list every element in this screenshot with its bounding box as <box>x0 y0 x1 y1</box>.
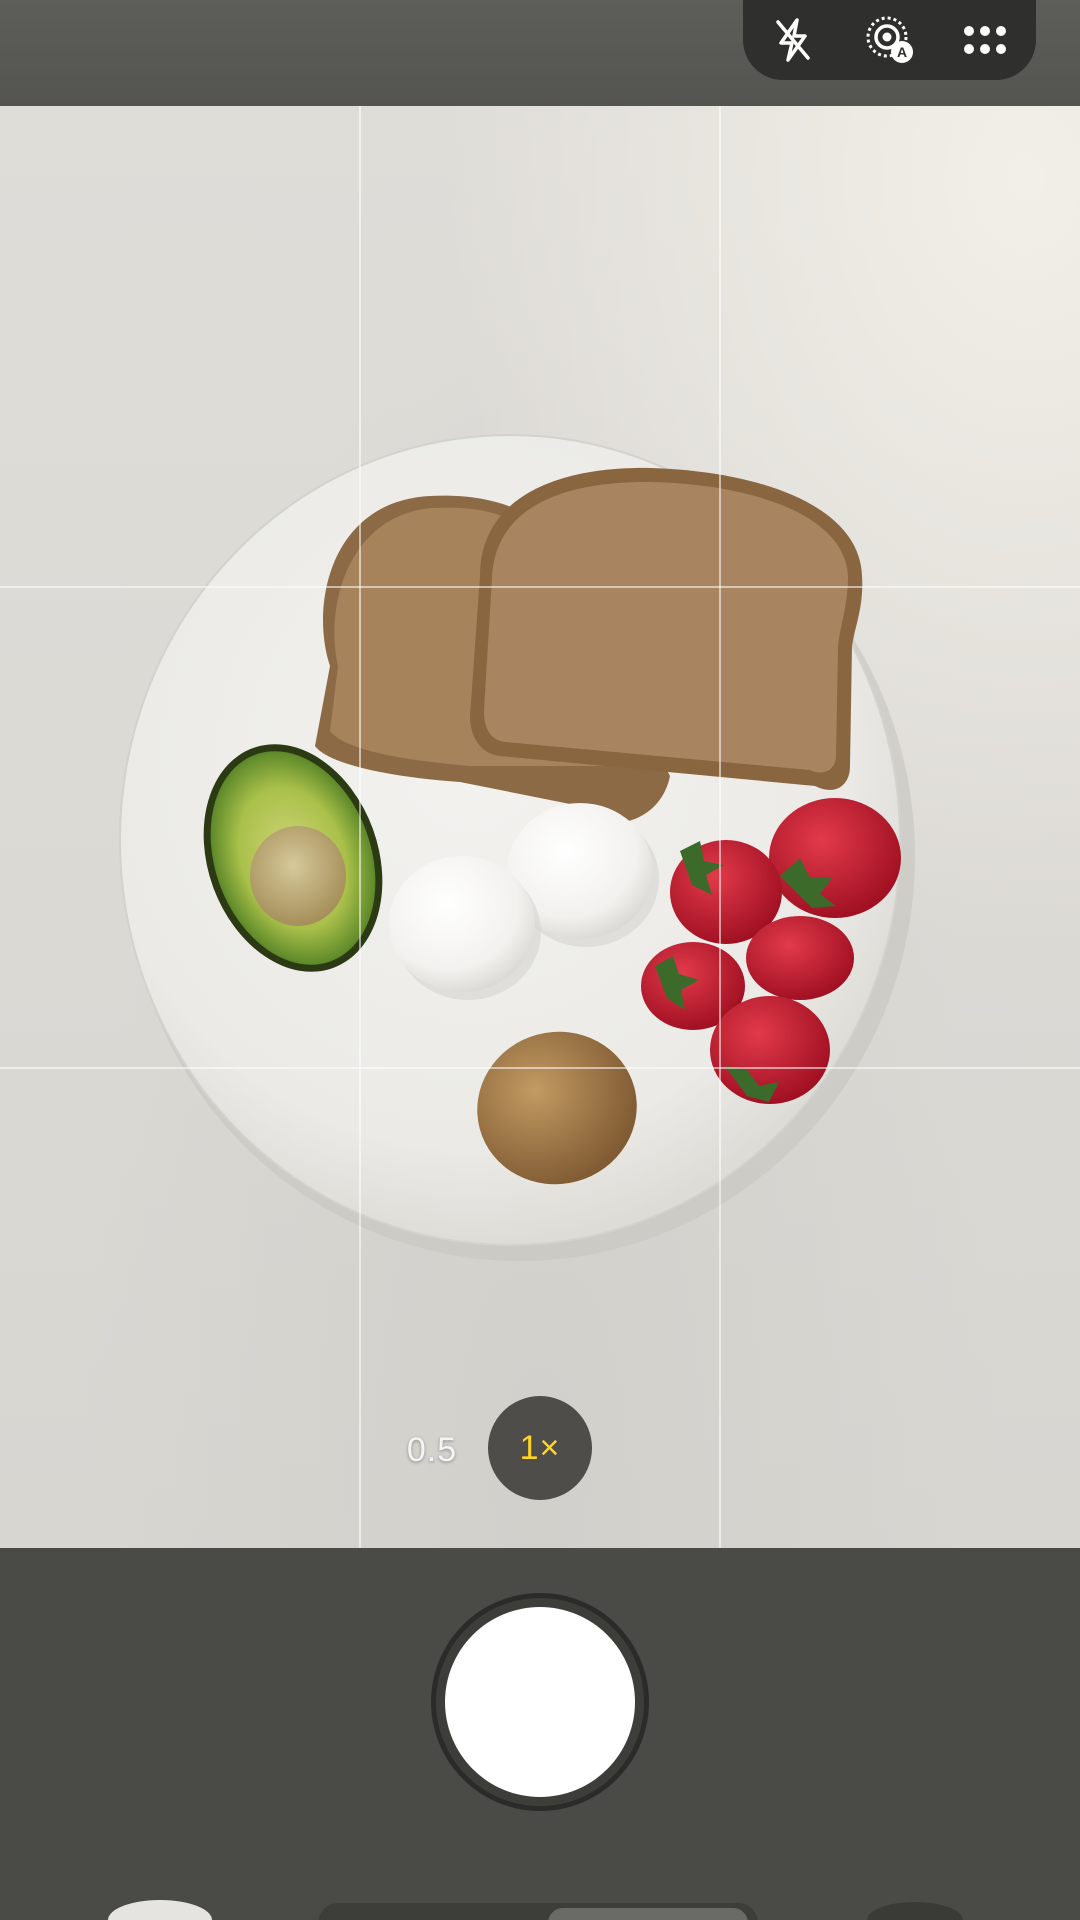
flash-off-button[interactable] <box>763 10 823 70</box>
camera-viewfinder[interactable] <box>0 106 1080 1548</box>
top-controls-pill: A <box>743 0 1036 80</box>
grid-line-horizontal-2 <box>0 1067 1080 1069</box>
auto-stabilize-icon: A <box>866 16 913 63</box>
more-options-button[interactable] <box>955 10 1015 70</box>
grid-line-horizontal-1 <box>0 586 1080 588</box>
flash-off-icon <box>776 18 810 62</box>
auto-badge-label: A <box>897 44 907 60</box>
shutter-button[interactable] <box>445 1607 635 1797</box>
grid-line-vertical-1 <box>359 106 361 1548</box>
zoom-0.5-button[interactable]: 0.5 <box>392 1420 472 1480</box>
grid-line-vertical-2 <box>719 106 721 1548</box>
auto-mode-button[interactable]: A <box>860 10 920 70</box>
camera-preview-image <box>119 434 915 1261</box>
zoom-1x-button[interactable]: 1× <box>488 1396 592 1500</box>
more-grid-icon <box>964 26 1006 54</box>
top-bar: A <box>0 0 1080 106</box>
